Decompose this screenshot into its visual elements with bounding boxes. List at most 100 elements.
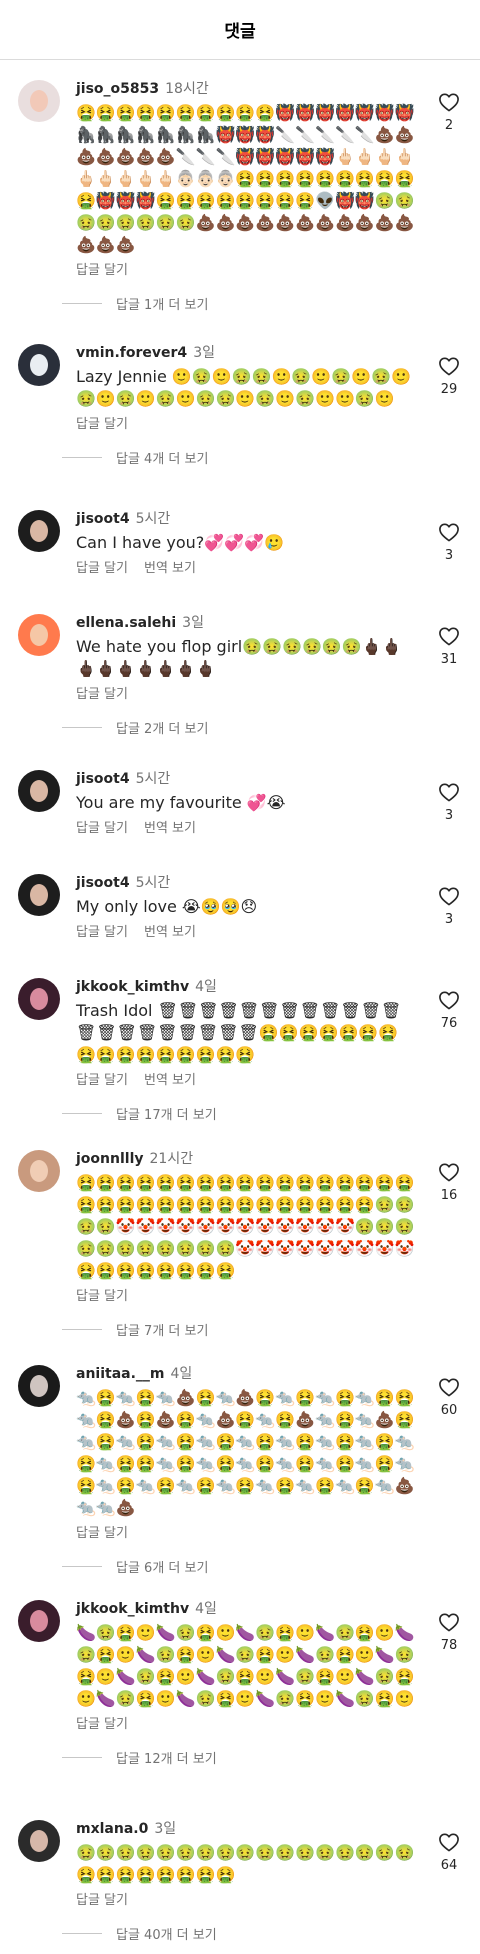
username[interactable]: jiso_o5853 (76, 81, 159, 97)
view-more-replies[interactable]: 답글 17개 더 보기 (62, 1104, 217, 1123)
avatar[interactable] (18, 1365, 60, 1407)
like-button[interactable]: 3 (432, 886, 466, 928)
heart-icon[interactable] (432, 1612, 466, 1632)
username[interactable]: aniitaa.__m (76, 1366, 165, 1382)
comment-body: jkkook_kimthv 4일 🍆🤢🤮🙂🍆🤢🤮🙂🍆🤢🤮🙂🍆🤢🤮🙂🍆🤢🤮🙂🍆🤢🤮🙂🍆… (76, 1600, 416, 1734)
reply-button[interactable]: 답글 달기 (76, 1289, 128, 1304)
reply-button[interactable]: 답글 달기 (76, 925, 128, 940)
comment-body: aniitaa.__m 4일 🐀🤮🐀🤮🐀💩🤮🐀💩🤮🐀🤮🐀🤮🐀🤮🤮🐀🤮💩🤮💩🤮🐀💩🤮🐀… (76, 1365, 416, 1543)
avatar[interactable] (18, 770, 60, 812)
like-button[interactable]: 29 (432, 356, 466, 398)
like-button[interactable]: 31 (432, 626, 466, 668)
username[interactable]: mxlana.0 (76, 1821, 148, 1837)
username[interactable]: jkkook_kimthv (76, 1601, 189, 1617)
comment-actions: 답글 달기 번역 보기 (76, 820, 416, 838)
heart-icon[interactable] (432, 886, 466, 906)
comment-meta: jkkook_kimthv 4일 (76, 978, 416, 996)
heart-icon[interactable] (432, 356, 466, 376)
like-button[interactable]: 16 (432, 1162, 466, 1204)
comment-body: vmin.forever4 3일 Lazy Jennie 🙂🤢🙂🤢🤢🙂🤢🙂🤢🙂🤢🙂🤢… (76, 344, 416, 434)
username[interactable]: joonnllly (76, 1151, 144, 1167)
avatar[interactable] (18, 874, 60, 916)
username[interactable]: jisoot4 (76, 875, 130, 891)
comment-body: jisoot4 5시간 Can I have you?💞💞💞🥲 답글 달기 번역 보기 (76, 510, 416, 578)
avatar[interactable] (18, 1820, 60, 1862)
username[interactable]: jkkook_kimthv (76, 979, 189, 995)
reply-button[interactable]: 답글 달기 (76, 417, 128, 432)
reply-button[interactable]: 답글 달기 (76, 1073, 128, 1088)
view-more-replies[interactable]: 답글 2개 더 보기 (62, 718, 208, 737)
like-button[interactable]: 3 (432, 522, 466, 564)
timestamp: 4일 (170, 1366, 193, 1382)
comment-text: We hate you flop girl🤢🤢🤢🤢🤢🤢🖕🏿🖕🏿🖕🏿🖕🏿🖕🏿🖕🏿🖕… (76, 637, 402, 678)
timestamp: 5시간 (135, 771, 171, 787)
divider-line (62, 1933, 102, 1934)
reply-button[interactable]: 답글 달기 (76, 1893, 128, 1908)
like-count: 60 (440, 1403, 458, 1418)
avatar[interactable] (18, 1600, 60, 1642)
view-more-replies[interactable]: 답글 12개 더 보기 (62, 1748, 217, 1767)
username[interactable]: ellena.salehi (76, 615, 176, 631)
divider-line (62, 303, 102, 304)
avatar[interactable] (18, 614, 60, 656)
reply-button[interactable]: 답글 달기 (76, 1717, 128, 1732)
view-more-replies-label: 답글 1개 더 보기 (116, 298, 209, 313)
comment-actions: 답글 달기 (76, 1525, 416, 1543)
heart-icon[interactable] (432, 1832, 466, 1852)
reply-button[interactable]: 답글 달기 (76, 263, 128, 278)
comment-meta: ellena.salehi 3일 (76, 614, 416, 632)
translate-button[interactable]: 번역 보기 (144, 925, 196, 940)
comment-text: Lazy Jennie 🙂🤢🙂🤢🤢🙂🤢🙂🤢🙂🤢🙂🤢🙂🤢🙂🤢🙂🤢🤢🙂🤢🙂🤢🙂🙂🤢🙂 (76, 367, 411, 408)
divider-line (62, 1757, 102, 1758)
view-more-replies-label: 답글 4개 더 보기 (116, 452, 209, 467)
heart-icon[interactable] (432, 92, 466, 112)
avatar-face (30, 1160, 48, 1182)
comment-body: jkkook_kimthv 4일 Trash Idol 🗑🗑🗑🗑🗑🗑🗑🗑🗑🗑🗑🗑🗑🗑… (76, 978, 416, 1090)
view-more-replies[interactable]: 답글 6개 더 보기 (62, 1557, 208, 1576)
reply-button[interactable]: 답글 달기 (76, 1526, 128, 1541)
username[interactable]: jisoot4 (76, 511, 130, 527)
view-more-replies[interactable]: 답글 1개 더 보기 (62, 294, 208, 313)
translate-button[interactable]: 번역 보기 (144, 821, 196, 836)
comment-text: Can I have you?💞💞💞🥲 (76, 533, 284, 552)
comment-meta: jisoot4 5시간 (76, 770, 416, 788)
username[interactable]: jisoot4 (76, 771, 130, 787)
comment-body: ellena.salehi 3일 We hate you flop girl🤢🤢🤢🤢… (76, 614, 416, 704)
view-more-replies[interactable]: 답글 7개 더 보기 (62, 1320, 208, 1339)
like-button[interactable]: 78 (432, 1612, 466, 1654)
heart-icon[interactable] (432, 626, 466, 646)
like-button[interactable]: 60 (432, 1377, 466, 1419)
like-button[interactable]: 2 (432, 92, 466, 134)
reply-button[interactable]: 답글 달기 (76, 821, 128, 836)
heart-icon[interactable] (432, 782, 466, 802)
avatar[interactable] (18, 1150, 60, 1192)
timestamp: 21시간 (149, 1151, 194, 1167)
divider-line (62, 727, 102, 728)
avatar-face (30, 988, 48, 1010)
heart-icon[interactable] (432, 1377, 466, 1397)
view-more-replies[interactable]: 답글 4개 더 보기 (62, 448, 208, 467)
avatar[interactable] (18, 978, 60, 1020)
view-more-replies[interactable]: 답글 40개 더 보기 (62, 1924, 217, 1943)
avatar[interactable] (18, 510, 60, 552)
avatar-face (30, 1375, 48, 1397)
avatar[interactable] (18, 80, 60, 122)
timestamp: 3일 (182, 615, 204, 631)
comment-body: jisoot4 5시간 You are my favourite 💞😭 답글 달기 번역… (76, 770, 416, 838)
translate-button[interactable]: 번역 보기 (144, 1073, 196, 1088)
username[interactable]: vmin.forever4 (76, 345, 187, 361)
avatar[interactable] (18, 344, 60, 386)
comment-text: 🤮🤮🤮🤮🤮🤮🤮🤮🤮🤮👹👹👹👹👹👹👹🦍🦍🦍🦍🦍🦍🦍👹👹👹🔪🔪🔪🔪🔪💩💩💩💩💩💩💩🔪… (76, 103, 415, 254)
heart-icon[interactable] (432, 522, 466, 542)
like-count: 3 (444, 548, 454, 563)
heart-icon[interactable] (432, 1162, 466, 1182)
like-button[interactable]: 64 (432, 1832, 466, 1874)
like-button[interactable]: 3 (432, 782, 466, 824)
translate-button[interactable]: 번역 보기 (144, 561, 196, 576)
reply-button[interactable]: 답글 달기 (76, 687, 128, 702)
timestamp: 5시간 (135, 875, 171, 891)
reply-button[interactable]: 답글 달기 (76, 561, 128, 576)
like-button[interactable]: 76 (432, 990, 466, 1032)
heart-icon[interactable] (432, 990, 466, 1010)
comment-actions: 답글 달기 (76, 1716, 416, 1734)
